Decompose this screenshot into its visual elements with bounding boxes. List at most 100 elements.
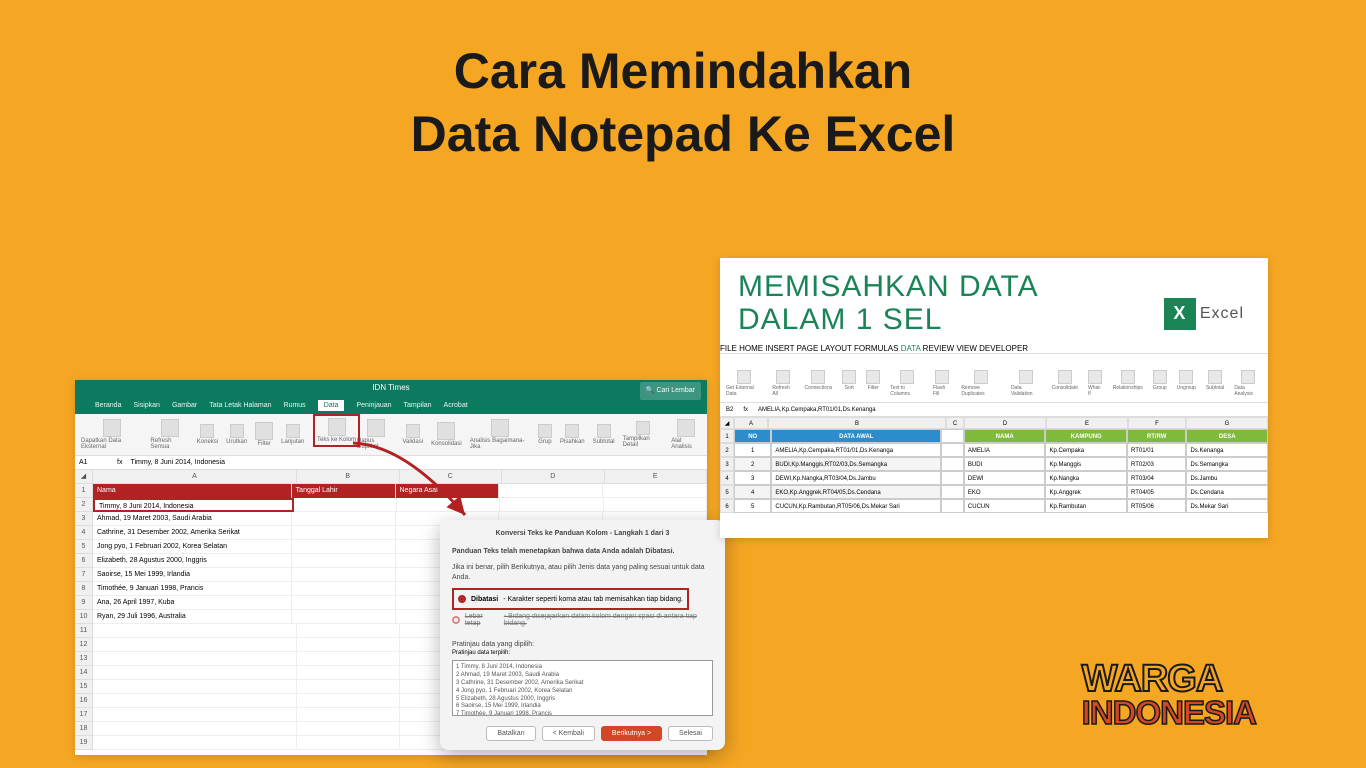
- data-cell[interactable]: Cathrine, 31 Desember 2002, Amerika Seri…: [93, 526, 292, 540]
- tool-group[interactable]: Grup: [538, 424, 552, 445]
- cell-rtrw[interactable]: RT02/03: [1127, 457, 1186, 471]
- tab-tampilan[interactable]: Tampilan: [404, 402, 432, 409]
- col-a[interactable]: A: [734, 417, 768, 429]
- radio-lebar-tetap[interactable]: Lebar tetap - Bidang disejajarkan dalam …: [452, 613, 713, 627]
- tool-connections[interactable]: Koneksi: [197, 424, 218, 445]
- row-19[interactable]: 19: [75, 736, 93, 750]
- col-c[interactable]: C: [946, 417, 964, 429]
- data-cell[interactable]: Ana, 26 April 1997, Kuba: [93, 596, 292, 610]
- row-7[interactable]: 7: [75, 568, 93, 582]
- tab-gambar[interactable]: Gambar: [172, 402, 197, 409]
- cell-awal[interactable]: EKO,Kp.Anggrek,RT04/05,Ds.Cendana: [771, 485, 941, 499]
- tool-ungroup[interactable]: Pisahkan: [560, 424, 585, 445]
- tool-relationships[interactable]: Relationships: [1113, 370, 1143, 391]
- cell-rtrw[interactable]: RT03/04: [1127, 471, 1186, 485]
- row-5[interactable]: 5: [75, 540, 93, 554]
- radio-dibatasi[interactable]: Dibatasi - Karakter seperti koma atau ta…: [458, 595, 683, 603]
- tool-data-validation[interactable]: Data Validation: [1011, 370, 1042, 397]
- h-awal[interactable]: DATA AWAL: [771, 429, 941, 443]
- row-11[interactable]: 11: [75, 624, 93, 638]
- tool-subtotal[interactable]: Subtotal: [593, 424, 615, 445]
- row-10[interactable]: 10: [75, 610, 93, 624]
- data-cell[interactable]: Ahmad, 19 Maret 2003, Saudi Arabia: [93, 512, 292, 526]
- tab-rumus[interactable]: Rumus: [284, 402, 306, 409]
- header-nama[interactable]: Nama: [93, 484, 292, 498]
- tool-advanced[interactable]: Lanjutan: [281, 424, 304, 445]
- cell-desa[interactable]: Ds.Kenanga: [1186, 443, 1268, 457]
- tab-acrobat[interactable]: Acrobat: [444, 402, 468, 409]
- cell-no[interactable]: 3: [734, 471, 771, 485]
- cell-kampung[interactable]: Kp.Nangka: [1045, 471, 1127, 485]
- right-cell-ref[interactable]: B2: [726, 407, 733, 413]
- col-g[interactable]: G: [1186, 417, 1268, 429]
- row-8[interactable]: 8: [75, 582, 93, 596]
- cell-kampung[interactable]: Kp.Anggrek: [1045, 485, 1127, 499]
- data-cell[interactable]: Saoirse, 15 Mei 1999, Irlandia: [93, 568, 292, 582]
- tool-filter[interactable]: Filter: [255, 422, 273, 447]
- cell-no[interactable]: 5: [734, 499, 771, 513]
- tab-peninjauan[interactable]: Peninjauan: [356, 402, 391, 409]
- cell-desa[interactable]: Ds.Jambu: [1186, 471, 1268, 485]
- data-cell[interactable]: Timothée, 9 Januari 1998, Prancis: [93, 582, 292, 596]
- row-9[interactable]: 9: [75, 596, 93, 610]
- tool-subtotal[interactable]: Subtotal: [1206, 370, 1224, 391]
- tool-analysis[interactable]: Alat Analisis: [671, 419, 701, 450]
- tab-tataletak[interactable]: Tata Letak Halaman: [209, 402, 271, 409]
- right-formula-content[interactable]: AMELIA,Kp.Cempaka,RT01/01,Ds.Kenanga: [758, 407, 876, 413]
- cell-kampung[interactable]: Kp.Manggis: [1045, 457, 1127, 471]
- row-12[interactable]: 12: [75, 638, 93, 652]
- formula-content[interactable]: Timmy, 8 Juni 2014, Indonesia: [130, 459, 225, 466]
- row-16[interactable]: 16: [75, 694, 93, 708]
- header-tanggal[interactable]: Tanggal Lahir: [292, 484, 396, 498]
- col-c[interactable]: C: [400, 470, 503, 484]
- cell-reference[interactable]: A1: [79, 459, 109, 466]
- row-6[interactable]: 6: [75, 554, 93, 568]
- tool-text-to-columns[interactable]: Teks ke Kolom: [317, 418, 356, 443]
- cell-kampung[interactable]: Kp.Cempaka: [1045, 443, 1127, 457]
- cell-nama[interactable]: CUCUN: [964, 499, 1046, 513]
- cell-no[interactable]: 2: [734, 457, 771, 471]
- tab-formulas[interactable]: FORMULAS: [854, 344, 898, 353]
- col-e[interactable]: E: [605, 470, 708, 484]
- h-kampung[interactable]: KAMPUNG: [1045, 429, 1127, 443]
- row-15[interactable]: 15: [75, 680, 93, 694]
- fx-icon[interactable]: fx: [743, 407, 748, 413]
- tab-home[interactable]: HOME: [739, 344, 763, 353]
- cell-awal[interactable]: DEWI,Kp.Nangka,RT03/04,Ds.Jambu: [771, 471, 941, 485]
- cell-rtrw[interactable]: RT04/05: [1127, 485, 1186, 499]
- tool-group[interactable]: Group: [1153, 370, 1167, 391]
- cell-awal[interactable]: BUDI,Kp.Manggis,RT02/03,Ds.Semangka: [771, 457, 941, 471]
- col-f[interactable]: F: [1128, 417, 1186, 429]
- row-13[interactable]: 13: [75, 652, 93, 666]
- row-3[interactable]: 3: [75, 512, 93, 526]
- data-cell[interactable]: Elizabeth, 28 Agustus 2000, Inggris: [93, 554, 292, 568]
- row-4[interactable]: 4: [75, 526, 93, 540]
- cell-nama[interactable]: DEWI: [964, 471, 1046, 485]
- tool-ungroup[interactable]: Ungroup: [1177, 370, 1196, 391]
- tab-beranda[interactable]: Beranda: [95, 402, 121, 409]
- cancel-button[interactable]: Batalkan: [486, 726, 535, 741]
- h-nama[interactable]: NAMA: [964, 429, 1046, 443]
- search-box[interactable]: 🔍 Cari Lembar: [640, 382, 701, 400]
- cell-desa[interactable]: Ds.Cendana: [1186, 485, 1268, 499]
- tab-insert[interactable]: INSERT: [765, 344, 794, 353]
- cell-awal[interactable]: CUCUN,Kp.Rambutan,RT05/06,Ds.Mekar Sari: [771, 499, 941, 513]
- tab-data-r[interactable]: DATA: [901, 344, 921, 353]
- col-a[interactable]: A: [93, 470, 297, 484]
- finish-button[interactable]: Selesai: [668, 726, 713, 741]
- row-1[interactable]: 1: [75, 484, 93, 498]
- col-e[interactable]: E: [1046, 417, 1128, 429]
- tool-data-analysis[interactable]: Data Analysis: [1234, 370, 1262, 397]
- cell-rtrw[interactable]: RT01/01: [1127, 443, 1186, 457]
- data-cell[interactable]: Ryan, 29 Juli 1996, Australia: [93, 610, 292, 624]
- tool-remove-dup[interactable]: Hapus Duplikat: [357, 419, 394, 450]
- tool-text-to-columns[interactable]: Text to Columns: [890, 370, 923, 397]
- tool-sort[interactable]: Urutkan: [226, 424, 247, 445]
- cell-nama[interactable]: BUDI: [964, 457, 1046, 471]
- tab-sisipkan[interactable]: Sisipkan: [133, 402, 159, 409]
- row-18[interactable]: 18: [75, 722, 93, 736]
- tool-refresh-all[interactable]: Refresh All: [772, 370, 794, 397]
- tab-pagelayout[interactable]: PAGE LAYOUT: [797, 344, 852, 353]
- tool-validation[interactable]: Validasi: [402, 424, 423, 445]
- tool-sort[interactable]: Sort: [842, 370, 856, 391]
